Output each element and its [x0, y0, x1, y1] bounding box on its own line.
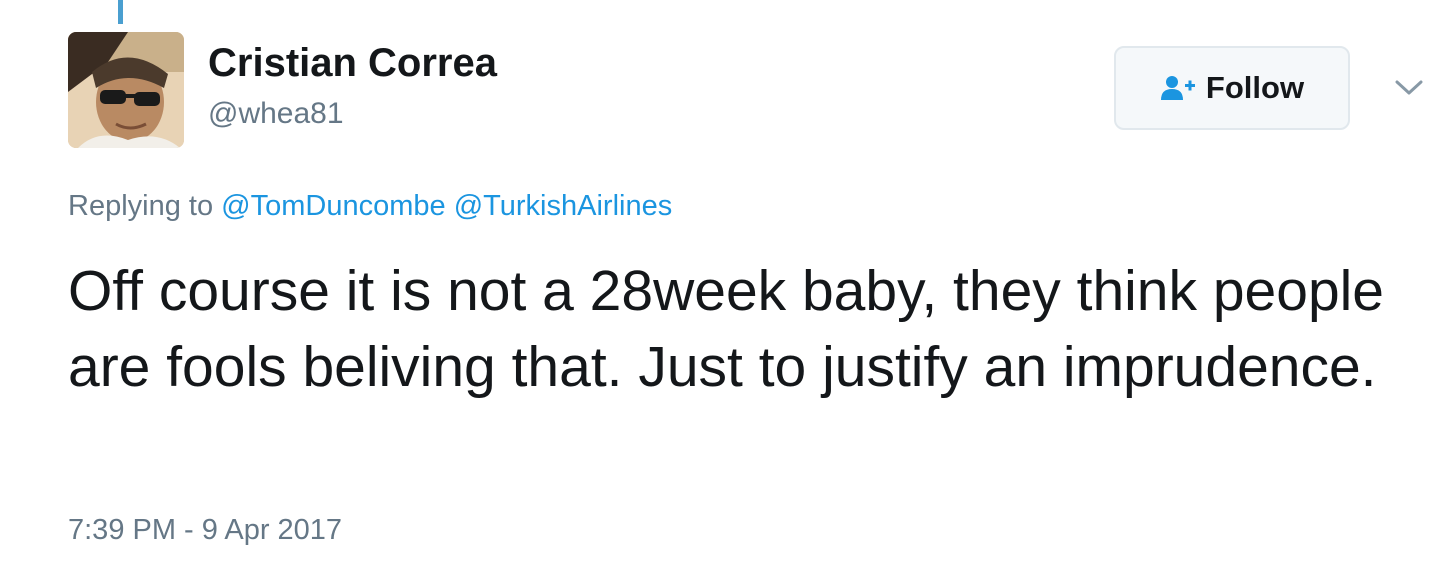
mention-link-tomduncombe[interactable]: @TomDuncombe: [221, 190, 445, 222]
add-user-icon: [1160, 74, 1196, 102]
mention-link-turkishairlines[interactable]: @TurkishAirlines: [454, 190, 673, 222]
replying-to-label: Replying to: [68, 190, 214, 222]
tweet-timestamp[interactable]: 7:39 PM - 9 Apr 2017: [68, 512, 342, 548]
thread-connector-line: [118, 0, 123, 24]
author-handle[interactable]: @whea81: [208, 96, 344, 132]
avatar[interactable]: [68, 32, 184, 148]
author-display-name[interactable]: Cristian Correa: [208, 40, 497, 86]
follow-button[interactable]: Follow: [1114, 46, 1350, 130]
tweet-text: Off course it is not a 28week baby, they…: [68, 259, 1385, 399]
avatar-photo: [68, 32, 184, 148]
follow-button-label: Follow: [1205, 70, 1305, 105]
chevron-down-icon[interactable]: [1394, 78, 1424, 98]
replying-to-line: Replying to @TomDuncombe @TurkishAirline…: [68, 188, 672, 224]
